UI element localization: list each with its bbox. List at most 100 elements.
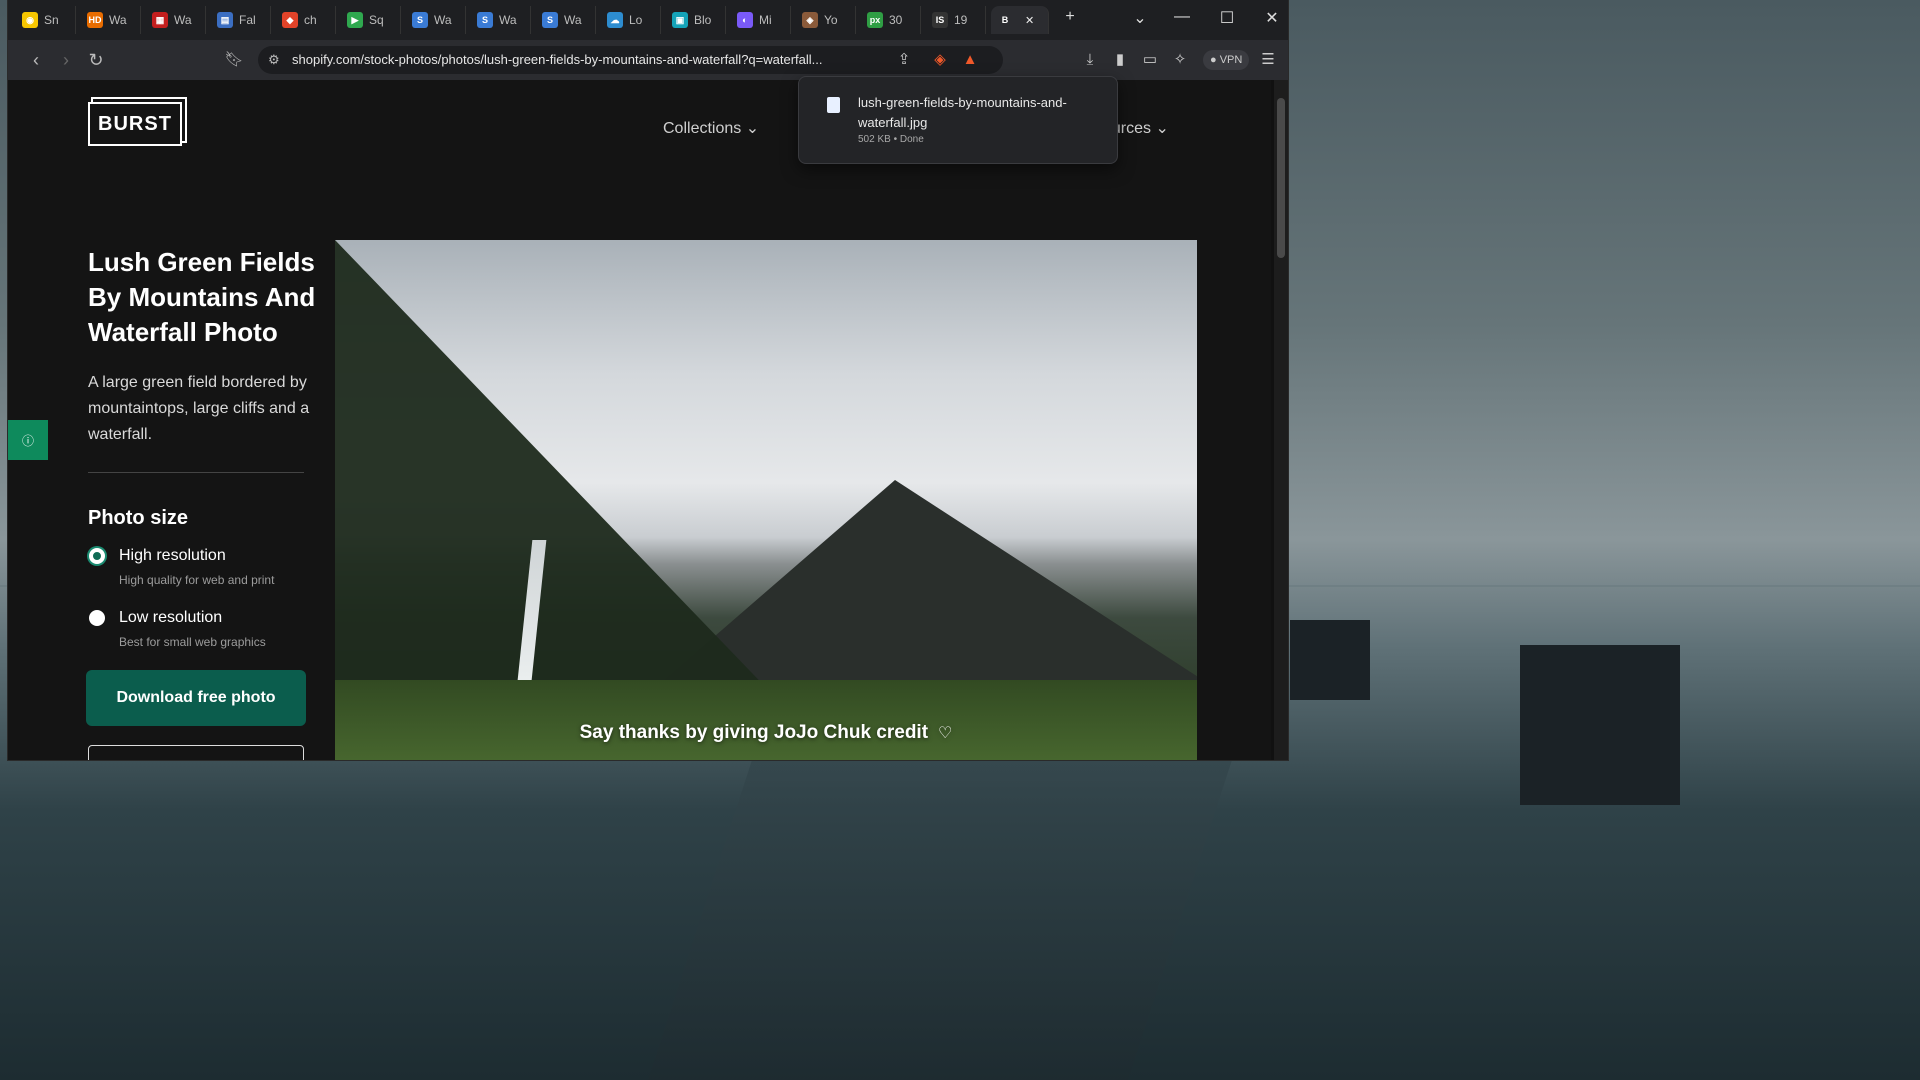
download-filename[interactable]: lush-green-fields-by-mountains-and-water… (858, 93, 1098, 133)
tab-4[interactable]: ◆ ch (276, 6, 336, 34)
page-content: BURST Collections ⌄ ources ⌄ ⓘ Lush Gree… (8, 80, 1271, 760)
tab-label: ch (304, 13, 317, 27)
tab-14[interactable]: IS 19 (926, 6, 986, 34)
tab-label: Wa (564, 13, 582, 27)
tab-9[interactable]: ☁ Lo (601, 6, 661, 34)
tab-8[interactable]: S Wa (536, 6, 596, 34)
tab-favicon-icon: S (542, 12, 558, 28)
tab-13[interactable]: px 30 (861, 6, 921, 34)
tab-12[interactable]: ◈ Yo (796, 6, 856, 34)
tab-label: 30 (889, 13, 903, 27)
photo-preview: Say thanks by giving JoJo Chuk credit ♡ (335, 240, 1197, 760)
tab-favicon-icon: S (477, 12, 493, 28)
tab-favicon-icon: B (1001, 15, 1009, 25)
tab-favicon-icon: ▤ (217, 12, 233, 28)
tab-6[interactable]: S Wa (406, 6, 466, 34)
tab-3[interactable]: ▤ Fal (211, 6, 271, 34)
wooden-post (1520, 645, 1680, 805)
tab-label: 19 (954, 13, 968, 27)
downloads-icon[interactable]: ⤓ (1078, 48, 1102, 72)
reload-button[interactable]: ↻ (84, 48, 108, 72)
tab-10[interactable]: ▣ Blo (666, 6, 726, 34)
file-icon (827, 97, 840, 113)
bookmark-icon[interactable]: 🔖︎ (222, 48, 246, 72)
tab-bar: ◉ Sn HD Wa ▦ Wa ▤ Fal ◆ ch ▶ Sq S Wa S Wa S Wa ☁ Lo ▣ Blo ◐ Mi ◈… (8, 0, 1288, 40)
menu-icon[interactable]: ☰ (1256, 48, 1280, 72)
minimize-button[interactable]: — (1170, 8, 1194, 26)
low-resolution-label[interactable]: Low resolution (119, 609, 222, 627)
high-resolution-sub: High quality for web and print (119, 573, 275, 587)
credit-text: Say thanks by giving JoJo Chuk credit (579, 722, 929, 743)
photo-credit[interactable]: Say thanks by giving JoJo Chuk credit ♡ (335, 722, 1197, 744)
tab-favicon-icon: ▦ (152, 12, 168, 28)
photo-size-heading: Photo size (88, 507, 189, 529)
tab-label: Wa (434, 13, 452, 27)
feedback-tab[interactable]: ⓘ (8, 420, 48, 460)
tab-list-button[interactable]: ⌄ (1128, 8, 1152, 28)
leo-ai-icon[interactable]: ✧ (1168, 48, 1192, 72)
scrollbar-thumb[interactable] (1277, 98, 1285, 258)
site-info-icon[interactable]: ⚙ (268, 52, 280, 68)
page-title: Lush Green Fields By Mountains And Water… (88, 247, 316, 347)
tab-favicon-icon: IS (932, 12, 948, 28)
browser-window: ◉ Sn HD Wa ▦ Wa ▤ Fal ◆ ch ▶ Sq S Wa S Wa S Wa ☁ Lo ▣ Blo ◐ Mi ◈… (8, 0, 1288, 760)
radio-high-resolution[interactable] (89, 548, 105, 564)
tab-1[interactable]: HD Wa (81, 6, 141, 34)
close-window-button[interactable]: ✕ (1260, 8, 1284, 28)
tab-favicon-icon: px (867, 12, 883, 28)
share-icon[interactable]: ⇪ (892, 48, 916, 72)
tab-close-icon[interactable]: ✕ (1025, 14, 1034, 27)
tab-favicon-icon: S (412, 12, 428, 28)
tab-label: Yo (824, 13, 838, 27)
back-button[interactable]: ‹ (24, 48, 48, 72)
heart-icon[interactable]: ♡ (938, 725, 952, 742)
high-resolution-label[interactable]: High resolution (119, 547, 226, 565)
vpn-label: VPN (1219, 54, 1243, 66)
tab-label: Wa (109, 13, 127, 27)
tab-15[interactable]: B ✕ (991, 6, 1049, 34)
tab-favicon-icon: ◈ (802, 12, 818, 28)
tab-favicon-icon: ☁ (607, 12, 623, 28)
new-tab-button[interactable]: + (1058, 8, 1082, 26)
url-text: shopify.com/stock-photos/photos/lush-gre… (292, 52, 823, 67)
tab-0[interactable]: ◉ Sn (16, 6, 76, 34)
sidebar-icon[interactable]: ▮ (1108, 48, 1132, 72)
page-scrollbar[interactable] (1274, 80, 1288, 760)
tab-label: Blo (694, 13, 712, 27)
vpn-button[interactable]: ● VPN (1203, 50, 1250, 70)
tab-2[interactable]: ▦ Wa (146, 6, 206, 34)
submerged-pier (648, 760, 1232, 1080)
tab-favicon-icon: ▶ (347, 12, 363, 28)
divider (88, 472, 304, 473)
photo-description: A large green field bordered by mountain… (88, 374, 310, 443)
tab-label: Lo (629, 13, 643, 27)
download-free-photo-button[interactable]: Download free photo (86, 670, 306, 726)
tab-favicon-icon: ◉ (22, 12, 38, 28)
tab-label: Mi (759, 13, 772, 27)
brave-rewards-icon[interactable]: ▲ (958, 48, 982, 72)
tab-11[interactable]: ◐ Mi (731, 6, 791, 34)
download-status: 502 KB • Done (858, 134, 924, 145)
burst-logo[interactable]: BURST (88, 102, 182, 146)
nav-collections[interactable]: Collections ⌄ (663, 118, 759, 138)
wallet-icon[interactable]: ▭ (1138, 48, 1162, 72)
tab-label: Sq (369, 13, 384, 27)
address-bar: ‹ › ↻ 🔖︎ ⚙ shopify.com/stock-photos/phot… (8, 40, 1288, 80)
info-icon: ⓘ (21, 433, 34, 448)
tab-label: Wa (499, 13, 517, 27)
wooden-post (1290, 620, 1370, 700)
secondary-button[interactable] (88, 745, 304, 760)
maximize-button[interactable]: ☐ (1215, 8, 1239, 28)
tab-favicon-icon: HD (87, 12, 103, 28)
tab-7[interactable]: S Wa (471, 6, 531, 34)
download-popup[interactable]: lush-green-fields-by-mountains-and-water… (798, 76, 1118, 164)
tab-favicon-icon: ◐ (737, 12, 753, 28)
radio-low-resolution[interactable] (89, 610, 105, 626)
forward-button[interactable]: › (54, 48, 78, 72)
low-resolution-sub: Best for small web graphics (119, 635, 266, 649)
tab-5[interactable]: ▶ Sq (341, 6, 401, 34)
brave-shield-icon[interactable]: ◈ (928, 48, 952, 72)
tab-label: Sn (44, 13, 59, 27)
tab-label: Wa (174, 13, 192, 27)
tab-favicon-icon: ▣ (672, 12, 688, 28)
